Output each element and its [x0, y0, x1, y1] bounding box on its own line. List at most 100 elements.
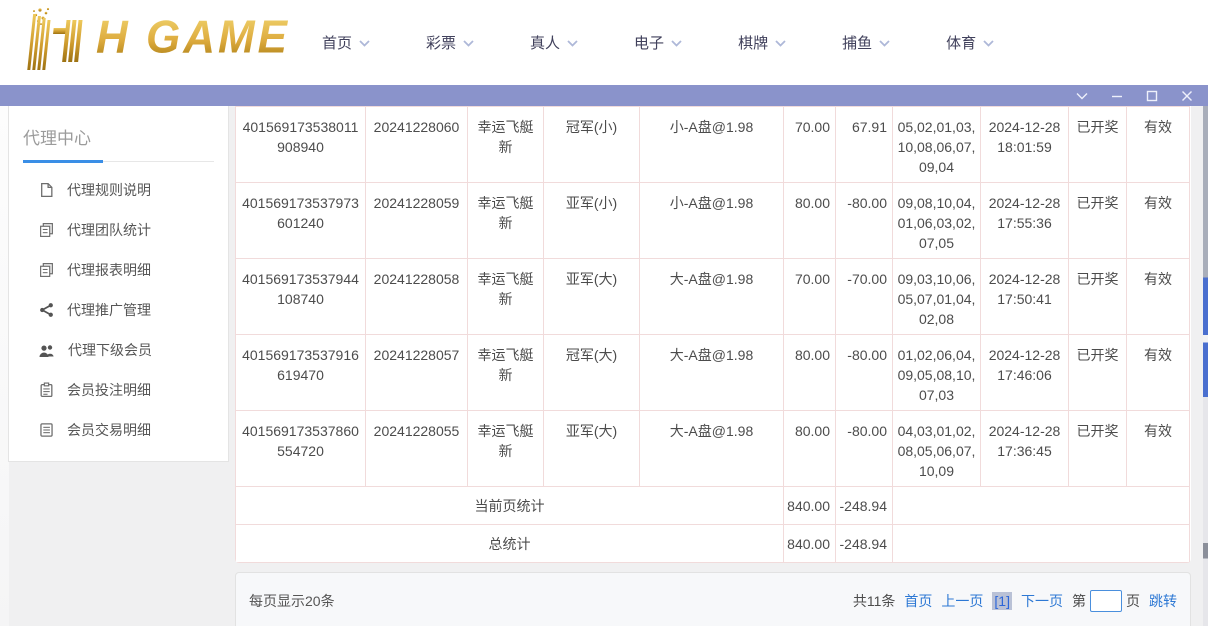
table-row: 401569173537944108740 20241228058 幸运飞艇新 … [236, 259, 1190, 335]
cell-amount: 80.00 [784, 183, 836, 259]
cell-status: 已开奖 [1069, 335, 1127, 411]
summary-profit: -248.94 [836, 525, 893, 563]
cell-game: 幸运飞艇新 [468, 259, 544, 335]
main-nav: 首页 彩票 真人 电子 棋牌 捕鱼 体育 [322, 32, 994, 53]
cell-period: 20241228058 [366, 259, 468, 335]
nav-item-live[interactable]: 真人 [530, 32, 578, 53]
cell-valid: 有效 [1127, 107, 1190, 183]
cell-valid: 有效 [1127, 411, 1190, 487]
chevron-down-icon [463, 40, 474, 47]
sidebar-item-sub-members[interactable]: 代理下级会员 [9, 330, 228, 370]
sidebar-item-transaction-details[interactable]: 会员交易明细 [9, 410, 228, 450]
cell-play: 亚军(大) [544, 411, 640, 487]
cell-result: 09,08,10,04,01,06,03,02,07,05 [893, 183, 981, 259]
sidebar-item-team-stats[interactable]: 代理团队统计 [9, 210, 228, 250]
pagination-bar: 每页显示20条 共11条 首页 上一页 [1] 下一页 第 页 跳转 [235, 572, 1191, 626]
sidebar-menu: 代理规则说明 代理团队统计 代理报表明细 [9, 170, 228, 450]
nav-item-slots[interactable]: 电子 [634, 32, 682, 53]
cell-play: 冠军(大) [544, 335, 640, 411]
cell-amount: 70.00 [784, 107, 836, 183]
clipboard-icon [39, 382, 54, 398]
cell-profit: -80.00 [836, 183, 893, 259]
sidebar-item-label: 代理推广管理 [67, 300, 151, 320]
nav-item-lottery[interactable]: 彩票 [426, 32, 474, 53]
cell-result: 04,03,01,02,08,05,06,07,10,09 [893, 411, 981, 487]
sidebar-item-agent-rules[interactable]: 代理规则说明 [9, 170, 228, 210]
bet-records-table-card: 401569173538011908940 20241228060 幸运飞艇新 … [235, 106, 1191, 563]
cell-content: 小-A盘@1.98 [640, 107, 784, 183]
summary-empty [893, 525, 1190, 563]
summary-amount: 840.00 [784, 487, 836, 525]
cell-amount: 70.00 [784, 259, 836, 335]
cell-order-id: 401569173538011908940 [236, 107, 366, 183]
nav-item-cards[interactable]: 棋牌 [738, 32, 786, 53]
chevron-down-icon [567, 40, 578, 47]
sidebar-item-promotion[interactable]: 代理推广管理 [9, 290, 228, 330]
cell-amount: 80.00 [784, 335, 836, 411]
cell-status: 已开奖 [1069, 411, 1127, 487]
sidebar-item-label: 会员交易明细 [67, 420, 151, 440]
cell-order-id: 401569173537973601240 [236, 183, 366, 259]
cell-profit: -70.00 [836, 259, 893, 335]
table-row: 401569173537916619470 20241228057 幸运飞艇新 … [236, 335, 1190, 411]
window-edge-strip [1203, 106, 1208, 626]
jump-suffix-label: 页 [1126, 591, 1140, 611]
cell-content: 大-A盘@1.98 [640, 259, 784, 335]
next-page-link[interactable]: 下一页 [1021, 591, 1063, 611]
summary-label: 当前页统计 [236, 487, 784, 525]
nav-item-home[interactable]: 首页 [322, 32, 370, 53]
users-icon [39, 343, 55, 358]
cell-time: 2024-12-28 17:36:45 [981, 411, 1069, 487]
chevron-down-icon [359, 40, 370, 47]
logo-icon [10, 6, 92, 70]
current-page-indicator: [1] [992, 592, 1012, 610]
agent-sidebar: 代理中心 代理规则说明 代理团队统计 [8, 106, 229, 462]
pager: 共11条 首页 上一页 [1] 下一页 第 页 跳转 [853, 590, 1177, 612]
nav-label: 首页 [322, 32, 352, 53]
sidebar-item-bet-details[interactable]: 会员投注明细 [9, 370, 228, 410]
nav-label: 真人 [530, 32, 560, 53]
cell-profit: -80.00 [836, 335, 893, 411]
summary-amount: 840.00 [784, 525, 836, 563]
cell-status: 已开奖 [1069, 183, 1127, 259]
content-area: 代理中心 代理规则说明 代理团队统计 [0, 106, 1208, 626]
logo-text: H GAME [96, 12, 290, 65]
cell-content: 小-A盘@1.98 [640, 183, 784, 259]
cell-valid: 有效 [1127, 183, 1190, 259]
nav-item-fishing[interactable]: 捕鱼 [842, 32, 890, 53]
cell-game: 幸运飞艇新 [468, 183, 544, 259]
cell-valid: 有效 [1127, 335, 1190, 411]
jump-button[interactable]: 跳转 [1149, 591, 1177, 611]
minimize-icon[interactable] [1110, 89, 1124, 103]
page-number-input[interactable] [1090, 590, 1122, 612]
cell-order-id: 401569173537860554720 [236, 411, 366, 487]
cell-content: 大-A盘@1.98 [640, 335, 784, 411]
sidebar-item-report-details[interactable]: 代理报表明细 [9, 250, 228, 290]
cell-status: 已开奖 [1069, 107, 1127, 183]
cell-period: 20241228055 [366, 411, 468, 487]
sidebar-item-label: 代理下级会员 [68, 340, 152, 360]
nav-label: 彩票 [426, 32, 456, 53]
total-count-label: 共11条 [853, 591, 896, 611]
maximize-icon[interactable] [1145, 89, 1159, 103]
jump-group: 第 页 [1072, 590, 1140, 612]
nav-item-sports[interactable]: 体育 [946, 32, 994, 53]
cell-play: 亚军(大) [544, 259, 640, 335]
close-icon[interactable] [1180, 89, 1194, 103]
cell-order-id: 401569173537916619470 [236, 335, 366, 411]
collapse-icon[interactable] [1075, 89, 1089, 103]
cell-result: 01,02,06,04,09,05,08,10,07,03 [893, 335, 981, 411]
cell-result: 05,02,01,03,10,08,06,07,09,04 [893, 107, 981, 183]
first-page-link[interactable]: 首页 [904, 591, 932, 611]
table-row: 401569173537860554720 20241228055 幸运飞艇新 … [236, 411, 1190, 487]
cell-game: 幸运飞艇新 [468, 335, 544, 411]
cell-status: 已开奖 [1069, 259, 1127, 335]
cell-game: 幸运飞艇新 [468, 107, 544, 183]
chevron-down-icon [879, 40, 890, 47]
prev-page-link[interactable]: 上一页 [941, 591, 983, 611]
cell-period: 20241228057 [366, 335, 468, 411]
site-logo[interactable]: H GAME [10, 6, 290, 70]
chevron-down-icon [983, 40, 994, 47]
report-icon [39, 222, 54, 238]
cell-period: 20241228060 [366, 107, 468, 183]
